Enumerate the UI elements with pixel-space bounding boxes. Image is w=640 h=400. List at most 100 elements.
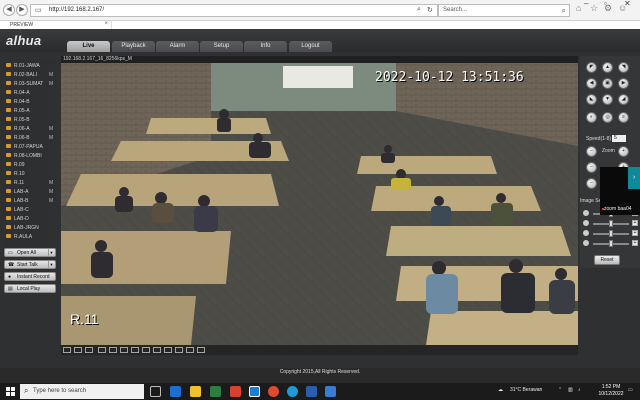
channel-item[interactable]: R.05-A bbox=[3, 106, 55, 115]
channel-item[interactable]: LAB-C bbox=[3, 205, 55, 214]
layout-4-icon[interactable] bbox=[74, 347, 82, 353]
slider-plus-icon[interactable]: + bbox=[632, 230, 638, 236]
contrast-slider[interactable]: + bbox=[583, 220, 638, 228]
notification-icon[interactable]: ▭ bbox=[628, 387, 633, 393]
forward-button[interactable]: ▶ bbox=[16, 4, 28, 16]
hue-slider[interactable]: + bbox=[583, 240, 638, 248]
speed-select[interactable]: 5 bbox=[612, 135, 626, 142]
browser-search-input[interactable]: Search... ⌕ bbox=[438, 4, 570, 17]
ptz-down-right-icon[interactable]: ◢ bbox=[618, 94, 629, 105]
open-all-button[interactable]: ▭ Open All ▼ bbox=[4, 248, 56, 257]
chevron-down-icon[interactable]: ▼ bbox=[48, 249, 54, 256]
channel-item[interactable]: LAB-JRGN bbox=[3, 223, 55, 232]
slider-knob[interactable] bbox=[609, 240, 613, 247]
channel-item[interactable]: R.04-B bbox=[3, 97, 55, 106]
layout-1-icon[interactable] bbox=[63, 347, 71, 353]
saturation-slider[interactable]: + bbox=[583, 230, 638, 238]
nav-alarm[interactable]: Alarm bbox=[156, 41, 199, 52]
ptz-up-left-icon[interactable]: ◤ bbox=[586, 62, 597, 73]
maximize-icon[interactable]: ▫ bbox=[604, 0, 607, 8]
refresh-icon[interactable]: ↻ bbox=[427, 6, 433, 14]
tab-close-icon[interactable]: × bbox=[104, 21, 108, 27]
ptz-menu-icon[interactable]: ≡ bbox=[618, 112, 629, 123]
snapshot-icon[interactable] bbox=[142, 347, 150, 353]
slider-plus-icon[interactable]: + bbox=[632, 220, 638, 226]
channel-item[interactable]: R.06-A M bbox=[3, 124, 55, 133]
expand-panel-icon[interactable]: › bbox=[628, 167, 640, 189]
weather-icon[interactable]: ☁ bbox=[498, 387, 503, 393]
nav-playback[interactable]: Playback bbox=[112, 41, 155, 52]
zoom-out-icon[interactable]: − bbox=[586, 146, 597, 157]
channel-item[interactable]: LAB-B M bbox=[3, 196, 55, 205]
layout-custom-icon[interactable] bbox=[120, 347, 128, 353]
layout-16-icon[interactable] bbox=[109, 347, 117, 353]
slider-knob[interactable] bbox=[609, 230, 613, 237]
nav-logout[interactable]: Logout bbox=[289, 41, 332, 52]
stream-icon[interactable] bbox=[186, 347, 194, 353]
channel-item[interactable]: R.09 bbox=[3, 160, 55, 169]
edge-icon[interactable] bbox=[287, 386, 298, 397]
focus-out-icon[interactable]: − bbox=[586, 162, 597, 173]
powerpoint-icon[interactable] bbox=[230, 386, 241, 397]
app-icon[interactable] bbox=[325, 386, 336, 397]
close-all-icon[interactable] bbox=[197, 347, 205, 353]
channel-item[interactable]: R.08-LOMBI bbox=[3, 151, 55, 160]
channel-item[interactable]: R.03-SUMAT M bbox=[3, 79, 55, 88]
iris-close-icon[interactable]: − bbox=[586, 178, 597, 189]
search-icon[interactable]: ⌕ bbox=[562, 6, 566, 16]
local-play-button[interactable]: ▤ Local Play bbox=[4, 284, 56, 293]
weather-text[interactable]: 31°C Berawan bbox=[510, 387, 542, 393]
ptz-left-icon[interactable]: ◀ bbox=[586, 78, 597, 89]
channel-item[interactable]: R.01-JAWA bbox=[3, 61, 55, 70]
home-icon[interactable]: ⌂ bbox=[576, 3, 581, 13]
floating-zoom-widget[interactable]: › zoom baa04 bbox=[600, 167, 640, 215]
volume-icon[interactable]: ♪ bbox=[578, 387, 581, 393]
start-talk-button[interactable]: ☎ Start Talk ▼ bbox=[4, 260, 56, 269]
layout-grid-icon[interactable] bbox=[131, 347, 139, 353]
internet-explorer-icon[interactable] bbox=[249, 386, 260, 397]
nav-setup[interactable]: Setup bbox=[200, 41, 243, 52]
ptz-down-left-icon[interactable]: ◣ bbox=[586, 94, 597, 105]
channel-item[interactable]: R.AULA bbox=[3, 232, 55, 241]
back-button[interactable]: ◀ bbox=[3, 4, 15, 16]
nav-live[interactable]: Live bbox=[67, 41, 110, 52]
zoom-icon[interactable] bbox=[175, 347, 183, 353]
channel-item[interactable]: R.06-B M bbox=[3, 133, 55, 142]
minimize-icon[interactable]: – bbox=[584, 0, 588, 8]
layout-9-icon[interactable] bbox=[98, 347, 106, 353]
taskbar-search-input[interactable]: ⌕ Type here to search bbox=[20, 384, 144, 399]
channel-item[interactable]: R.07-PAPUA bbox=[3, 142, 55, 151]
channel-item[interactable]: R.02-BALI M bbox=[3, 70, 55, 79]
instant-record-button[interactable]: ● Instant Record bbox=[4, 272, 56, 281]
slider-plus-icon[interactable]: + bbox=[632, 240, 638, 246]
ptz-down-icon[interactable]: ▼ bbox=[602, 94, 613, 105]
channel-item[interactable]: R.11 M bbox=[3, 178, 55, 187]
close-icon[interactable]: ✕ bbox=[624, 0, 631, 8]
address-bar[interactable]: ▭ http://192.168.2.167/ ⌕ ↻ bbox=[30, 4, 438, 17]
channel-item[interactable]: R.10 bbox=[3, 169, 55, 178]
search-dropdown-icon[interactable]: ⌕ bbox=[417, 6, 421, 14]
channel-item[interactable]: LAB-D bbox=[3, 214, 55, 223]
zoom-in-icon[interactable]: + bbox=[618, 146, 629, 157]
live-video-feed[interactable]: 192.168.2.167_16_8256kps_M 2022-10-12 13… bbox=[61, 56, 578, 345]
task-view-icon[interactable] bbox=[150, 386, 161, 397]
record-clip-icon[interactable] bbox=[153, 347, 161, 353]
word-icon[interactable] bbox=[306, 386, 317, 397]
mail-app-icon[interactable] bbox=[170, 386, 181, 397]
ptz-up-icon[interactable]: ▲ bbox=[602, 62, 613, 73]
ptz-aux-icon[interactable]: ◐ bbox=[586, 112, 597, 123]
channel-item[interactable]: R.04-A bbox=[3, 88, 55, 97]
channel-item[interactable]: R.05-B bbox=[3, 115, 55, 124]
tab-preview[interactable]: PREVIEW × bbox=[0, 21, 112, 29]
file-explorer-icon[interactable] bbox=[190, 386, 201, 397]
channel-item[interactable]: LAB-A M bbox=[3, 187, 55, 196]
chevron-down-icon[interactable]: ▼ bbox=[48, 261, 54, 268]
windows-start-icon[interactable] bbox=[6, 387, 15, 396]
reset-button[interactable]: Reset bbox=[594, 255, 620, 265]
audio-icon[interactable] bbox=[164, 347, 172, 353]
slider-knob[interactable] bbox=[609, 220, 613, 227]
ptz-right-icon[interactable]: ▶ bbox=[618, 78, 629, 89]
fullscreen-icon[interactable] bbox=[85, 347, 93, 353]
star-icon[interactable]: ☆ bbox=[590, 3, 598, 14]
excel-icon[interactable] bbox=[210, 386, 221, 397]
